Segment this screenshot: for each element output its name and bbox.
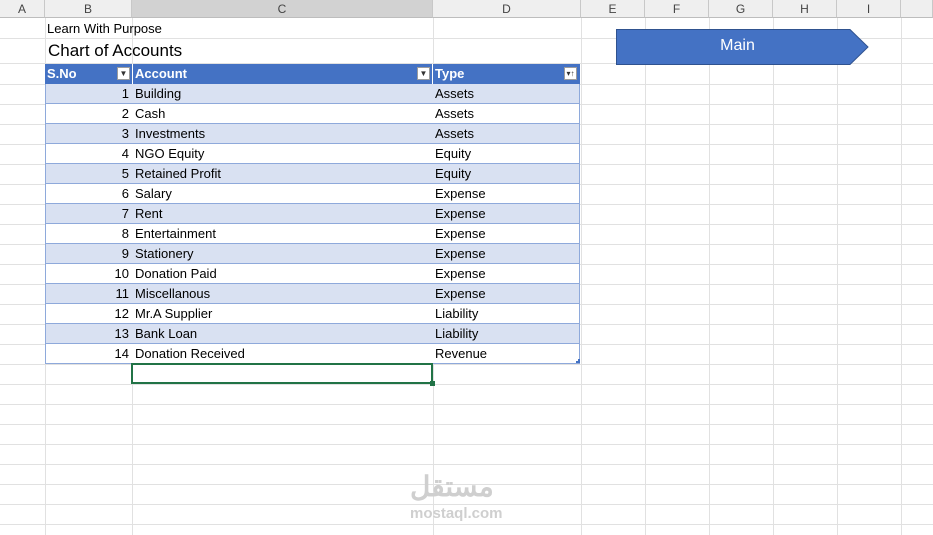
cell-account[interactable]: Donation Received — [135, 344, 245, 364]
grid-row-line — [0, 384, 933, 385]
cell-account[interactable]: Donation Paid — [135, 264, 217, 284]
grid-col-line — [901, 18, 902, 535]
grid-col-line — [645, 18, 646, 535]
column-header-i[interactable]: I — [837, 0, 901, 18]
cell-type[interactable]: Expense — [435, 184, 486, 204]
column-header-a[interactable]: A — [0, 0, 45, 18]
cell-sno[interactable]: 9 — [45, 244, 129, 264]
cell-type[interactable]: Revenue — [435, 344, 487, 364]
filter-dropdown-sno[interactable]: ▼ — [117, 67, 130, 80]
cell-sno[interactable]: 10 — [45, 264, 129, 284]
cell-type[interactable]: Expense — [435, 204, 486, 224]
main-button-label: Main — [720, 37, 755, 54]
cell-account[interactable]: NGO Equity — [135, 144, 204, 164]
column-header-d[interactable]: D — [433, 0, 581, 18]
cell-account[interactable]: Investments — [135, 124, 205, 144]
cell-type[interactable]: Assets — [435, 84, 474, 104]
grid-col-line — [837, 18, 838, 535]
grid-row-line — [0, 464, 933, 465]
cell-sno[interactable]: 12 — [45, 304, 129, 324]
grid-row-line — [0, 424, 933, 425]
grid-col-line — [581, 18, 582, 535]
cell-type[interactable]: Expense — [435, 284, 486, 304]
cell-account[interactable]: Rent — [135, 204, 162, 224]
header-divider-1 — [132, 64, 133, 84]
cell-account[interactable]: Entertainment — [135, 224, 216, 244]
cell-sno[interactable]: 8 — [45, 224, 129, 244]
cell-type[interactable]: Liability — [435, 324, 478, 344]
cell-sno[interactable]: 7 — [45, 204, 129, 224]
header-type[interactable]: Type — [435, 64, 464, 84]
sort-filter-dropdown-type[interactable]: ▾↑ — [564, 67, 577, 80]
watermark-arabic: مستقل — [410, 471, 494, 502]
cell-sno[interactable]: 13 — [45, 324, 129, 344]
column-header-b[interactable]: B — [45, 0, 132, 18]
cell-type[interactable]: Equity — [435, 144, 471, 164]
fill-handle[interactable] — [430, 381, 435, 386]
cell-account[interactable]: Stationery — [135, 244, 194, 264]
cell-account[interactable]: Salary — [135, 184, 172, 204]
cell-account[interactable]: Building — [135, 84, 181, 104]
grid-row-line — [0, 444, 933, 445]
cell-account[interactable]: Miscellanous — [135, 284, 210, 304]
selected-cell-c19[interactable] — [131, 363, 433, 384]
cell-type[interactable]: Liability — [435, 304, 478, 324]
header-divider-2 — [432, 64, 433, 84]
cell-account[interactable]: Mr.A Supplier — [135, 304, 212, 324]
cell-sno[interactable]: 3 — [45, 124, 129, 144]
column-header-c[interactable]: C — [132, 0, 433, 18]
grid-col-line — [709, 18, 710, 535]
cell-sno[interactable]: 2 — [45, 104, 129, 124]
cell-type[interactable]: Assets — [435, 104, 474, 124]
cell-sno[interactable]: 14 — [45, 344, 129, 364]
cell-sno[interactable]: 11 — [45, 284, 130, 304]
cell-sno[interactable]: 4 — [45, 144, 129, 164]
cell-account[interactable]: Bank Loan — [135, 324, 197, 344]
cell-type[interactable]: Expense — [435, 224, 486, 244]
cell-type[interactable]: Equity — [435, 164, 471, 184]
cell-sno[interactable]: 1 — [45, 84, 129, 104]
cell-type[interactable]: Assets — [435, 124, 474, 144]
cell-type[interactable]: Expense — [435, 264, 486, 284]
cell-account[interactable]: Retained Profit — [135, 164, 221, 184]
column-header-h[interactable]: H — [773, 0, 837, 18]
cell-sno[interactable]: 6 — [45, 184, 129, 204]
column-header-f[interactable]: F — [645, 0, 709, 18]
header-account[interactable]: Account — [135, 64, 187, 84]
column-header-e[interactable]: E — [581, 0, 645, 18]
table-resize-handle[interactable] — [576, 359, 580, 363]
sheet-title-cell[interactable]: Chart of Accounts — [48, 41, 182, 61]
grid-col-line — [773, 18, 774, 535]
grid-row-line — [0, 404, 933, 405]
column-header-g[interactable]: G — [709, 0, 773, 18]
grid-row-line — [0, 524, 933, 525]
cell-type[interactable]: Expense — [435, 244, 486, 264]
header-sno[interactable]: S.No — [47, 64, 77, 84]
cell-sno[interactable]: 5 — [45, 164, 129, 184]
watermark-url: mostaql.com — [410, 505, 503, 522]
cell-account[interactable]: Cash — [135, 104, 165, 124]
column-header-j[interactable] — [901, 0, 933, 18]
filter-dropdown-account[interactable]: ▼ — [417, 67, 430, 80]
title-cell[interactable]: Learn With Purpose — [47, 19, 162, 39]
